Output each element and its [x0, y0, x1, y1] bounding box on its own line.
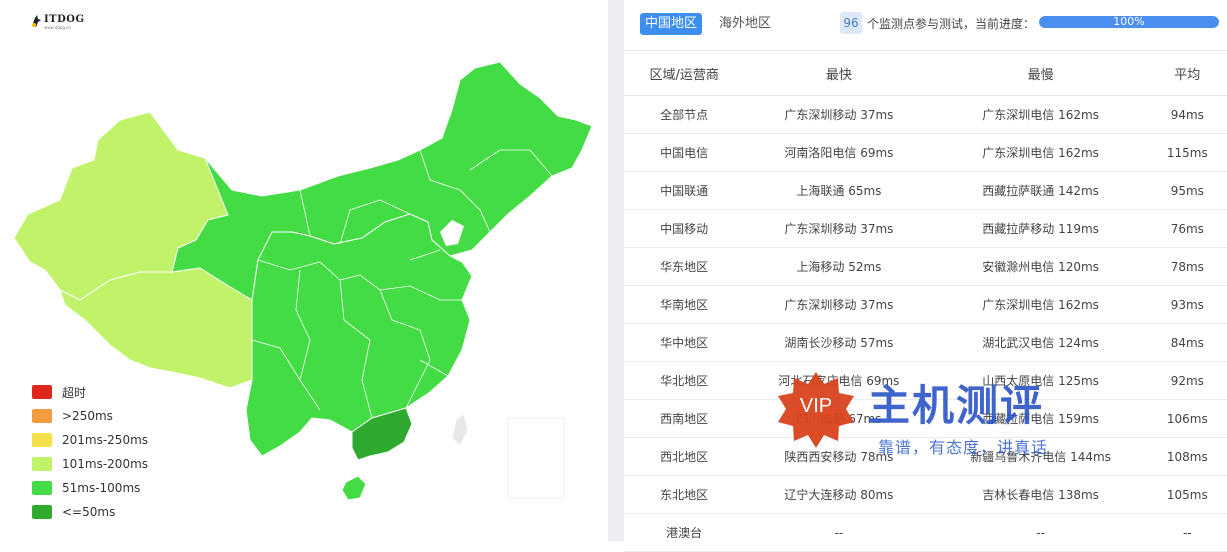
cell-average: -- [1147, 513, 1227, 552]
progress-status-text: 个监测点参与测试，当前进度： [867, 17, 1036, 31]
node-count-badge: 96 [840, 12, 862, 34]
progress-bar: 100% [1039, 16, 1219, 28]
legend-swatch [32, 433, 52, 447]
cell-region: 华中地区 [624, 323, 745, 362]
cell-slowest: 广东深圳电信 162ms [933, 285, 1148, 324]
cell-region: 华南地区 [624, 285, 745, 324]
cell-average: 95ms [1147, 171, 1227, 210]
watermark-title: 主机测评 [868, 381, 1045, 430]
logo-text: ITDOG [44, 14, 85, 25]
legend-item-over250: >250ms [32, 404, 148, 428]
column-header-average: 平均 [1147, 51, 1227, 96]
legend-label: <=50ms [62, 505, 116, 519]
watermark-slogan: 靠谱，有态度，讲真话 [878, 438, 1049, 457]
cell-slowest: 广东深圳电信 162ms [933, 95, 1148, 134]
cell-fastest: 辽宁大连移动 80ms [744, 475, 934, 514]
legend-label: 51ms-100ms [62, 481, 141, 495]
cell-region: 中国电信 [624, 133, 745, 172]
cell-slowest: 湖北武汉电信 124ms [933, 323, 1148, 362]
cell-average: 78ms [1147, 247, 1227, 286]
table-row: 港澳台 -- -- -- [624, 513, 1227, 552]
cell-slowest: 安徽滁州电信 120ms [933, 247, 1148, 286]
cell-fastest: 河南洛阳电信 69ms [744, 133, 934, 172]
cell-region: 中国联通 [624, 171, 745, 210]
legend-label: 201ms-250ms [62, 433, 149, 447]
cell-average: 76ms [1147, 209, 1227, 248]
legend-swatch [32, 385, 52, 399]
vip-badge-text: VIP [799, 395, 833, 417]
cell-region: 全部节点 [624, 95, 745, 134]
cell-fastest: 上海移动 52ms [744, 247, 934, 286]
south-sea-inset [507, 417, 565, 499]
cell-region: 西北地区 [624, 437, 745, 476]
cell-slowest: 西藏拉萨移动 119ms [933, 209, 1148, 248]
cell-region: 华北地区 [624, 361, 745, 400]
legend-label: 超时 [62, 385, 87, 400]
table-row: 全部节点 广东深圳移动 37ms 广东深圳电信 162ms 94ms [624, 95, 1227, 134]
watermark: VIP 主机测评 靠谱，有态度，讲真话 [776, 370, 1076, 460]
table-row: 东北地区 辽宁大连移动 80ms 吉林长春电信 138ms 105ms [624, 475, 1227, 514]
legend-swatch [32, 409, 52, 423]
table-row: 中国移动 广东深圳移动 37ms 西藏拉萨移动 119ms 76ms [624, 209, 1227, 248]
tab-overseas[interactable]: 海外地区 [714, 13, 776, 35]
table-row: 华东地区 上海移动 52ms 安徽滁州电信 120ms 78ms [624, 247, 1227, 286]
legend-item-le50: <=50ms [32, 500, 148, 524]
tab-domestic[interactable]: 中国地区 [640, 13, 703, 35]
table-header-row: 区域/运营商 最快 最慢 平均 [624, 51, 1227, 96]
cell-fastest: 上海联通 65ms [744, 171, 934, 210]
cell-region: 东北地区 [624, 475, 745, 514]
cell-average: 106ms [1147, 399, 1227, 438]
table-row: 中国电信 河南洛阳电信 69ms 广东深圳电信 162ms 115ms [624, 133, 1227, 172]
column-header-slowest: 最慢 [933, 51, 1148, 96]
cell-fastest: 广东深圳移动 37ms [744, 95, 934, 134]
cell-slowest: 广东深圳电信 162ms [933, 133, 1148, 172]
logo-subtext: www.itdog.cn [44, 25, 71, 30]
results-toolbar: 中国地区 海外地区 96 个监测点参与测试，当前进度： 100% [624, 0, 1227, 51]
map-panel: ITDOG www.itdog.cn 超时 >250ms 201ms-250ms… [0, 0, 608, 541]
cell-region: 中国移动 [624, 209, 745, 248]
legend-swatch [32, 481, 52, 495]
region-taiwan[interactable] [451, 413, 469, 447]
cell-average: 92ms [1147, 361, 1227, 400]
dog-logo-icon [32, 15, 41, 27]
panel-divider [608, 0, 624, 541]
cell-fastest: 广东深圳移动 37ms [744, 285, 934, 324]
legend-item-timeout: 超时 [32, 380, 148, 404]
table-row: 华南地区 广东深圳移动 37ms 广东深圳电信 162ms 93ms [624, 285, 1227, 324]
cell-average: 94ms [1147, 95, 1227, 134]
legend-item-51-100: 51ms-100ms [32, 476, 148, 500]
progress-percent: 100% [1113, 16, 1145, 28]
cell-slowest: 西藏拉萨联通 142ms [933, 171, 1148, 210]
cell-average: 93ms [1147, 285, 1227, 324]
cell-slowest: -- [933, 513, 1148, 552]
legend-label: 101ms-200ms [62, 457, 149, 471]
cell-slowest: 吉林长春电信 138ms [933, 475, 1148, 514]
region-hainan[interactable] [341, 475, 367, 501]
cell-average: 105ms [1147, 475, 1227, 514]
column-header-region: 区域/运营商 [624, 51, 745, 96]
legend-swatch [32, 457, 52, 471]
table-row: 中国联通 上海联通 65ms 西藏拉萨联通 142ms 95ms [624, 171, 1227, 210]
cell-fastest: -- [744, 513, 934, 552]
cell-fastest: 湖南长沙移动 57ms [744, 323, 934, 362]
cell-average: 108ms [1147, 437, 1227, 476]
cell-region: 华东地区 [624, 247, 745, 286]
cell-average: 84ms [1147, 323, 1227, 362]
latency-legend: 超时 >250ms 201ms-250ms 101ms-200ms 51ms-1… [32, 380, 148, 524]
legend-item-201-250: 201ms-250ms [32, 428, 148, 452]
legend-label: >250ms [62, 409, 113, 423]
results-table: 区域/运营商 最快 最慢 平均 全部节点 广东深圳移动 37ms 广东深圳电信 16… [624, 51, 1227, 552]
table-row: 华中地区 湖南长沙移动 57ms 湖北武汉电信 124ms 84ms [624, 323, 1227, 362]
cell-average: 115ms [1147, 133, 1227, 172]
column-header-fastest: 最快 [744, 51, 934, 96]
cell-region: 西南地区 [624, 399, 745, 438]
itdog-logo: ITDOG www.itdog.cn [30, 14, 85, 30]
legend-swatch [32, 505, 52, 519]
cell-region: 港澳台 [624, 513, 745, 552]
cell-fastest: 广东深圳移动 37ms [744, 209, 934, 248]
legend-item-101-200: 101ms-200ms [32, 452, 148, 476]
